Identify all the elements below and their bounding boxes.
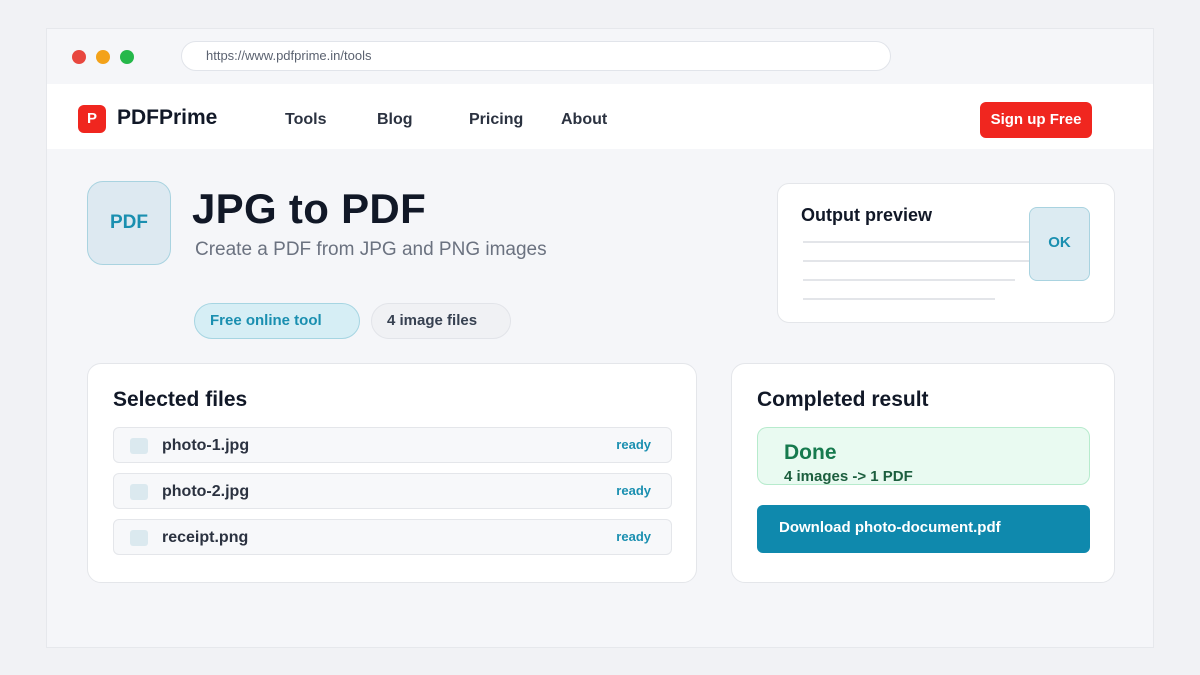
- browser-chrome: https://www.pdfprime.in/tools: [47, 29, 1153, 84]
- logo-icon[interactable]: P: [78, 105, 106, 133]
- maximize-window-icon[interactable]: [120, 50, 134, 64]
- logo-text[interactable]: PDFPrime: [117, 106, 217, 130]
- file-count-badge: 4 image files: [371, 303, 511, 339]
- preview-title: Output preview: [801, 205, 933, 225]
- file-checkbox[interactable]: [130, 530, 148, 546]
- download-button[interactable]: Download photo-document.pdf: [757, 505, 1090, 553]
- selected-files-card: Selected files photo-1.jpg ready photo-2…: [87, 363, 697, 583]
- pdf-file-icon: PDF: [87, 181, 171, 265]
- completed-result-title: Completed result: [757, 388, 929, 411]
- file-status: ready: [616, 437, 651, 452]
- nav-link-about[interactable]: About: [561, 111, 607, 129]
- done-status-box: Done 4 images -> 1 PDF: [757, 427, 1090, 485]
- file-name: receipt.png: [162, 529, 249, 546]
- output-preview-card: Output preview OK: [777, 183, 1115, 323]
- site-header: P PDFPrime Tools Blog Pricing About Sign…: [47, 84, 1153, 149]
- preview-text-line: [803, 260, 1035, 262]
- minimize-window-icon[interactable]: [96, 50, 110, 64]
- close-window-icon[interactable]: [72, 50, 86, 64]
- signup-button[interactable]: Sign up Free: [980, 102, 1092, 138]
- file-status: ready: [616, 483, 651, 498]
- preview-text-line: [803, 241, 1039, 243]
- file-checkbox[interactable]: [130, 438, 148, 454]
- done-status-title: Done: [784, 441, 837, 464]
- selected-files-title: Selected files: [113, 388, 248, 411]
- file-row[interactable]: receipt.png ready: [113, 519, 672, 555]
- page-subtitle: Create a PDF from JPG and PNG images: [195, 239, 547, 260]
- nav-link-tools[interactable]: Tools: [285, 111, 326, 129]
- nav-link-blog[interactable]: Blog: [377, 111, 413, 129]
- file-name: photo-1.jpg: [162, 437, 250, 454]
- completed-result-card: Completed result Done 4 images -> 1 PDF …: [731, 363, 1115, 583]
- file-status: ready: [616, 529, 651, 544]
- preview-text-line: [803, 298, 995, 300]
- done-status-detail: 4 images -> 1 PDF: [784, 468, 913, 485]
- file-row[interactable]: photo-1.jpg ready: [113, 427, 672, 463]
- file-row[interactable]: photo-2.jpg ready: [113, 473, 672, 509]
- file-checkbox[interactable]: [130, 484, 148, 500]
- ok-badge: OK: [1029, 207, 1090, 281]
- free-tool-badge: Free online tool: [194, 303, 360, 339]
- nav-link-pricing[interactable]: Pricing: [469, 111, 523, 129]
- preview-text-line: [803, 279, 1015, 281]
- browser-window: https://www.pdfprime.in/tools P PDFPrime…: [46, 28, 1154, 648]
- page-title: JPG to PDF: [192, 185, 427, 232]
- address-bar[interactable]: https://www.pdfprime.in/tools: [181, 41, 891, 71]
- file-name: photo-2.jpg: [162, 483, 250, 500]
